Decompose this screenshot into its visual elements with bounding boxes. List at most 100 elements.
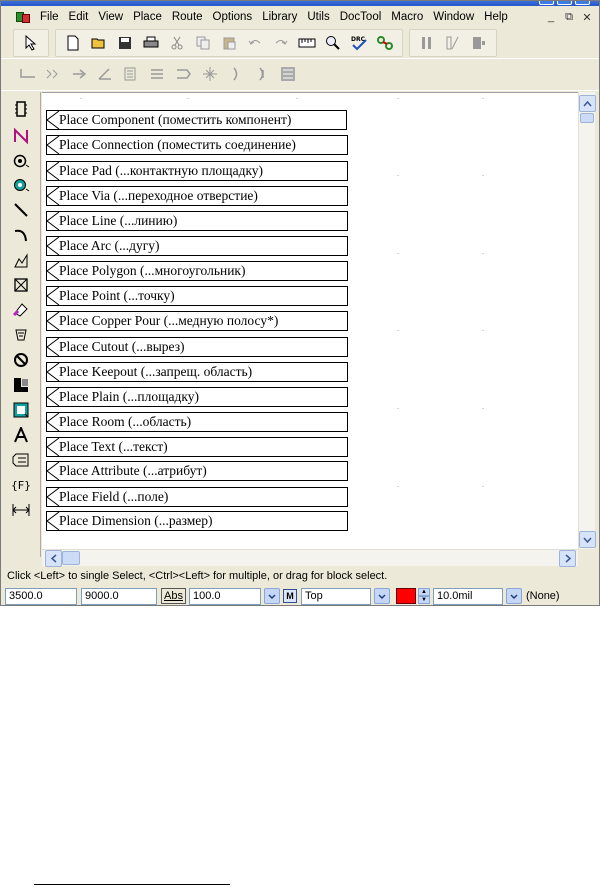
- callout-pointer-icon: [46, 135, 60, 155]
- point-icon[interactable]: [9, 274, 33, 296]
- callout-place-copper-pour: Place Copper Pour (...медную полосу*): [46, 311, 348, 331]
- route-miter-icon[interactable]: [43, 63, 65, 85]
- open-folder-icon[interactable]: [88, 32, 110, 54]
- arc-icon[interactable]: [9, 224, 33, 246]
- spin-down-icon[interactable]: ▼: [417, 596, 430, 604]
- field-icon[interactable]: {F}: [9, 474, 33, 496]
- grid-dot: [397, 175, 399, 176]
- route-fanout-icon[interactable]: [277, 63, 299, 85]
- via-icon[interactable]: [9, 174, 33, 196]
- route-gloss-icon[interactable]: [225, 63, 247, 85]
- component-icon[interactable]: [9, 98, 33, 120]
- copper-pour-icon[interactable]: [9, 298, 33, 320]
- vertical-scroll-thumb[interactable]: [580, 113, 594, 123]
- route-flip-icon[interactable]: [173, 63, 195, 85]
- menu-route[interactable]: Route: [167, 7, 208, 27]
- callout-place-text: Place Text (...текст): [46, 437, 348, 457]
- menu-place[interactable]: Place: [128, 7, 167, 27]
- callout-place-line: Place Line (...линию): [46, 211, 348, 231]
- select-arrow-icon[interactable]: [20, 32, 42, 54]
- cutout-icon[interactable]: [9, 324, 33, 346]
- close-title-button[interactable]: [575, 1, 590, 5]
- horizontal-scrollbar[interactable]: [42, 549, 578, 567]
- route-swap-icon[interactable]: [199, 63, 221, 85]
- design-canvas[interactable]: Place Component (поместить компонент) Pl…: [42, 92, 578, 549]
- y-coordinate-field[interactable]: 9000.0: [81, 587, 157, 605]
- route-bus-icon[interactable]: [147, 63, 169, 85]
- menu-edit[interactable]: Edit: [64, 7, 94, 27]
- maximize-title-button[interactable]: [557, 1, 572, 5]
- connection-icon[interactable]: [9, 125, 33, 147]
- room-icon[interactable]: [9, 399, 33, 421]
- mdi-window-controls: _ ⧉ ✕: [543, 9, 595, 25]
- polygon-icon[interactable]: [9, 250, 33, 272]
- route-push-icon[interactable]: [69, 63, 91, 85]
- keepout-icon[interactable]: [9, 349, 33, 371]
- two-columns-icon[interactable]: [442, 32, 464, 54]
- layer-icon[interactable]: [468, 32, 490, 54]
- line-icon[interactable]: [9, 199, 33, 221]
- menu-options[interactable]: Options: [208, 7, 258, 27]
- route-angle-icon[interactable]: [95, 63, 117, 85]
- mdi-close-button[interactable]: ✕: [579, 9, 595, 25]
- menu-macro[interactable]: Macro: [386, 7, 428, 27]
- width-field[interactable]: 10.0mil: [432, 587, 503, 605]
- mdi-restore-button[interactable]: ⧉: [561, 9, 577, 25]
- layer-select[interactable]: Top: [300, 587, 371, 605]
- menu-help[interactable]: Help: [479, 7, 513, 27]
- text-icon[interactable]: [9, 424, 33, 446]
- route-manual-icon[interactable]: [17, 63, 39, 85]
- plain-icon[interactable]: [9, 374, 33, 396]
- grid-dot: [397, 98, 399, 99]
- zoom-field[interactable]: 100.0: [188, 587, 261, 605]
- menu-utils[interactable]: Utils: [302, 7, 334, 27]
- grid-dot: [397, 486, 399, 487]
- width-dropdown-button[interactable]: [505, 588, 522, 604]
- scroll-down-button[interactable]: [579, 531, 596, 548]
- undo-icon[interactable]: [244, 32, 266, 54]
- net-field[interactable]: (None): [526, 590, 560, 602]
- x-coordinate-field[interactable]: 3500.0: [5, 587, 77, 605]
- scroll-right-button[interactable]: [559, 550, 576, 567]
- pad-icon[interactable]: [9, 150, 33, 172]
- route-copy-icon[interactable]: [121, 63, 143, 85]
- callout-place-via: Place Via (...переходное отверстие): [46, 186, 348, 206]
- grid-dot: [482, 330, 484, 331]
- redo-icon[interactable]: [270, 32, 292, 54]
- app-icon[interactable]: [15, 10, 31, 24]
- highlight-net-icon[interactable]: [374, 32, 396, 54]
- zoom-dropdown-button[interactable]: [263, 588, 280, 604]
- print-icon[interactable]: [140, 32, 162, 54]
- measure-icon[interactable]: [296, 32, 318, 54]
- horizontal-scroll-thumb[interactable]: [62, 551, 80, 565]
- layer-dropdown-button[interactable]: [373, 588, 390, 604]
- drc-icon[interactable]: DRC: [348, 32, 370, 54]
- route-spread-icon[interactable]: [251, 63, 273, 85]
- spin-up-icon[interactable]: ▲: [417, 588, 430, 596]
- menu-view[interactable]: View: [93, 7, 128, 27]
- save-icon[interactable]: [114, 32, 136, 54]
- attribute-icon[interactable]: [9, 449, 33, 471]
- dimension-icon[interactable]: [9, 499, 33, 521]
- new-document-icon[interactable]: [62, 32, 84, 54]
- layer-color-swatch[interactable]: [395, 588, 416, 604]
- column-icon[interactable]: [416, 32, 438, 54]
- abs-button[interactable]: Abs: [161, 588, 186, 604]
- grid-dot: [80, 98, 82, 99]
- mdi-minimize-button[interactable]: _: [543, 9, 559, 25]
- menu-doctool[interactable]: DocTool: [335, 7, 387, 27]
- m-button[interactable]: M: [282, 589, 297, 603]
- menu-window[interactable]: Window: [428, 7, 479, 27]
- scroll-left-button[interactable]: [45, 550, 62, 567]
- copy-icon[interactable]: [192, 32, 214, 54]
- menu-library[interactable]: Library: [257, 7, 302, 27]
- cut-icon[interactable]: [166, 32, 188, 54]
- paste-icon[interactable]: [218, 32, 240, 54]
- scroll-up-button[interactable]: [579, 95, 596, 112]
- callout-pointer-icon: [46, 487, 60, 507]
- minimize-title-button[interactable]: [539, 1, 554, 5]
- width-spinner[interactable]: ▲ ▼: [417, 588, 430, 604]
- menu-file[interactable]: File: [35, 7, 64, 27]
- vertical-scrollbar[interactable]: [578, 92, 596, 549]
- zoom-icon[interactable]: [322, 32, 344, 54]
